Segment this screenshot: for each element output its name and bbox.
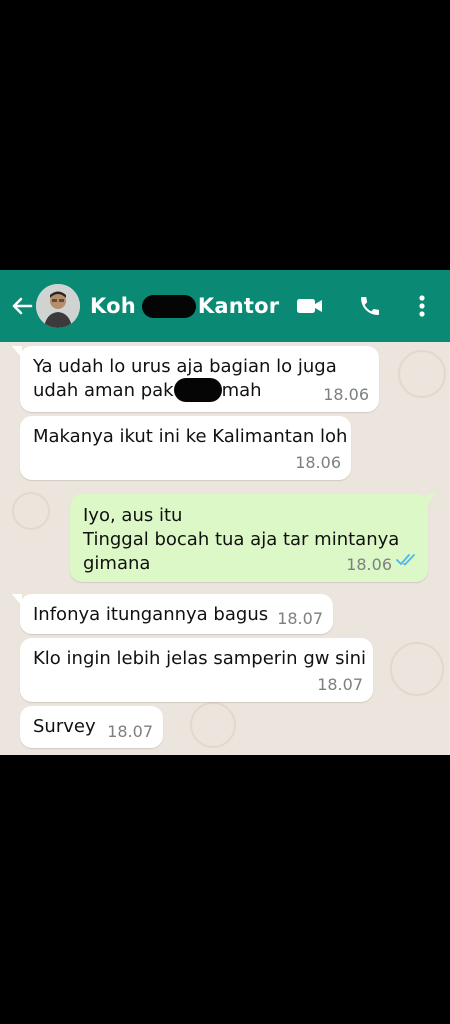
chat-area[interactable]: Ya udah lo urus aja bagian lo juga udah … — [0, 342, 450, 755]
message-incoming[interactable]: Klo ingin lebih jelas samperin gw sini 1… — [20, 638, 373, 702]
redaction-mark — [173, 378, 222, 402]
message-text: Survey — [33, 716, 96, 737]
wallpaper-doodle — [398, 350, 446, 398]
contact-name[interactable]: Koh Kantor — [90, 290, 279, 322]
back-arrow-icon[interactable] — [8, 292, 36, 320]
bubble-tail — [426, 494, 436, 506]
phone-icon[interactable] — [356, 292, 384, 320]
wallpaper-doodle — [190, 702, 236, 748]
avatar[interactable] — [36, 284, 80, 328]
message-text: Ya udah lo urus aja bagian lo juga udah … — [33, 355, 337, 403]
message-incoming[interactable]: Infonya itungannya bagus 18.07 — [12, 594, 333, 634]
chat-header: Koh Kantor — [0, 270, 450, 342]
read-ticks-icon — [396, 550, 418, 574]
message-time: 18.07 — [107, 722, 153, 741]
message-line: Tinggal bocah tua aja tar mintanya — [83, 529, 400, 550]
message-text-part: udah aman pak — [33, 380, 174, 401]
message-line: Iyo, aus itu — [83, 505, 183, 526]
wallpaper-doodle — [12, 492, 50, 530]
message-text: Infonya itungannya bagus — [33, 604, 269, 625]
message-incoming[interactable]: Ya udah lo urus aja bagian lo juga udah … — [12, 346, 379, 412]
message-time: 18.06 — [295, 453, 341, 472]
contact-name-first: Koh — [90, 294, 136, 318]
message-incoming[interactable]: Makanya ikut ini ke Kalimantan loh 18.06 — [20, 416, 351, 480]
wallpaper-doodle — [390, 642, 444, 696]
contact-name-last: Kantor — [197, 294, 280, 318]
bubble-tail — [12, 594, 22, 606]
message-time: 18.06 — [346, 555, 392, 574]
bubble-tail — [12, 346, 22, 358]
message-outgoing[interactable]: Iyo, aus itu Tinggal bocah tua aja tar m… — [70, 494, 436, 582]
message-text: Makanya ikut ini ke Kalimantan loh — [33, 426, 348, 447]
more-options-icon[interactable] — [408, 292, 436, 320]
message-text: Klo ingin lebih jelas samperin gw sini — [33, 648, 366, 669]
message-time: 18.07 — [277, 609, 323, 628]
video-call-icon[interactable] — [296, 292, 324, 320]
redaction-mark — [141, 294, 196, 318]
message-line: udah aman pak mah — [33, 378, 337, 403]
message-line: Ya udah lo urus aja bagian lo juga — [33, 356, 337, 377]
message-time: 18.07 — [317, 675, 363, 694]
message-time: 18.06 — [323, 385, 369, 404]
message-text-part: mah — [221, 380, 262, 401]
message-incoming[interactable]: Survey 18.07 — [20, 706, 163, 748]
